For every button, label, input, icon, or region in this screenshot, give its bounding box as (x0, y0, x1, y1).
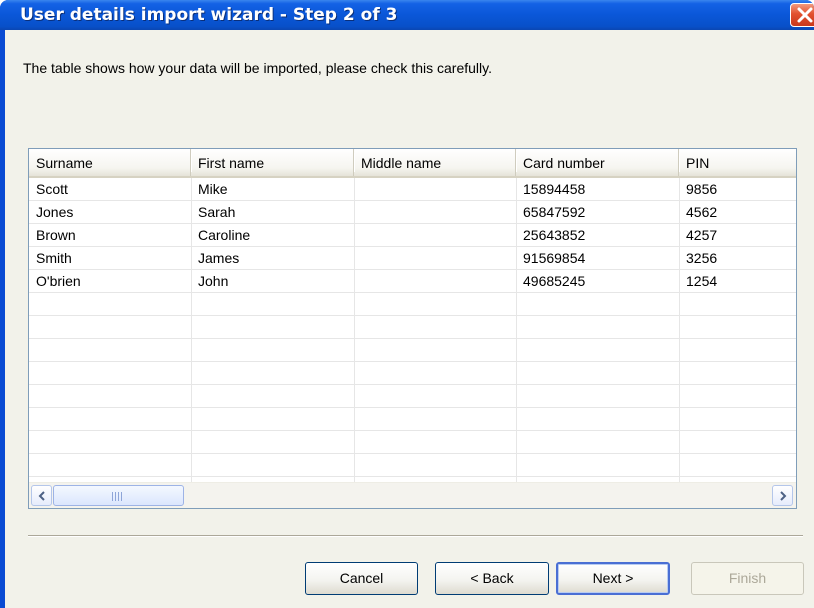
title-bar[interactable]: User details import wizard - Step 2 of 3 (0, 0, 814, 30)
cell-surname: Jones (36, 204, 74, 220)
cell-middle-name (354, 201, 361, 224)
chevron-left-icon (38, 491, 45, 501)
scroll-thumb[interactable] (53, 485, 184, 506)
cell-first-name: Sarah (198, 204, 236, 220)
cell-surname: Scott (36, 181, 68, 197)
column-header-pin[interactable]: PIN (679, 149, 796, 176)
cell-first-name: Mike (198, 181, 228, 197)
scroll-right-button[interactable] (772, 485, 793, 506)
cell-pin: 4257 (686, 227, 718, 243)
column-header-first-name[interactable]: First name (191, 149, 355, 176)
cell-pin: 4562 (686, 204, 718, 220)
table-row[interactable]: O'brien John 49685245 1254 (29, 270, 796, 293)
column-header-middle-name[interactable]: Middle name (354, 149, 517, 176)
cell-surname: Smith (36, 250, 72, 266)
cell-middle-name (354, 178, 361, 201)
empty-row (29, 316, 796, 339)
cell-surname: Brown (36, 227, 76, 243)
cell-middle-name (354, 247, 361, 270)
empty-row (29, 362, 796, 385)
finish-button[interactable]: Finish (691, 562, 804, 595)
scroll-left-button[interactable] (31, 485, 52, 506)
empty-row (29, 339, 796, 362)
cell-card-number: 25643852 (523, 227, 586, 243)
column-header-surname[interactable]: Surname (29, 149, 192, 176)
empty-row (29, 431, 796, 454)
cell-card-number: 65847592 (523, 204, 586, 220)
window-title: User details import wizard - Step 2 of 3 (20, 5, 398, 25)
empty-row (29, 293, 796, 316)
footer-divider (28, 535, 803, 537)
cell-first-name: James (198, 250, 240, 266)
empty-row (29, 408, 796, 431)
cell-surname: O'brien (36, 273, 81, 289)
table-row[interactable]: Smith James 91569854 3256 (29, 247, 796, 270)
next-button[interactable]: Next > (556, 562, 670, 595)
cell-card-number: 15894458 (523, 181, 586, 197)
cell-middle-name (354, 224, 361, 247)
empty-row (29, 385, 796, 408)
wizard-window: User details import wizard - Step 2 of 3… (0, 0, 814, 608)
table-header: Surname First name Middle name Card numb… (29, 149, 796, 178)
horizontal-scrollbar[interactable] (29, 482, 796, 508)
table-row[interactable]: Scott Mike 15894458 9856 (29, 178, 796, 201)
grip-icon (112, 492, 126, 501)
cell-pin: 3256 (686, 250, 718, 266)
close-button[interactable] (790, 3, 814, 27)
instruction-text: The table shows how your data will be im… (23, 60, 492, 76)
table-row[interactable]: Jones Sarah 65847592 4562 (29, 201, 796, 224)
back-button[interactable]: < Back (435, 562, 549, 595)
cell-card-number: 49685245 (523, 273, 586, 289)
close-icon (797, 7, 813, 23)
table-body: Scott Mike 15894458 9856 Jones Sarah 658… (29, 178, 796, 482)
table-row[interactable]: Brown Caroline 25643852 4257 (29, 224, 796, 247)
cell-pin: 1254 (686, 273, 718, 289)
cell-middle-name (354, 270, 361, 293)
import-preview-table[interactable]: Surname First name Middle name Card numb… (28, 148, 797, 509)
cancel-button[interactable]: Cancel (305, 562, 418, 595)
cell-card-number: 91569854 (523, 250, 586, 266)
chevron-right-icon (780, 491, 787, 501)
column-header-card-number[interactable]: Card number (516, 149, 680, 176)
cell-pin: 9856 (686, 181, 718, 197)
cell-first-name: John (198, 273, 229, 289)
cell-first-name: Caroline (198, 227, 251, 243)
empty-row (29, 454, 796, 477)
